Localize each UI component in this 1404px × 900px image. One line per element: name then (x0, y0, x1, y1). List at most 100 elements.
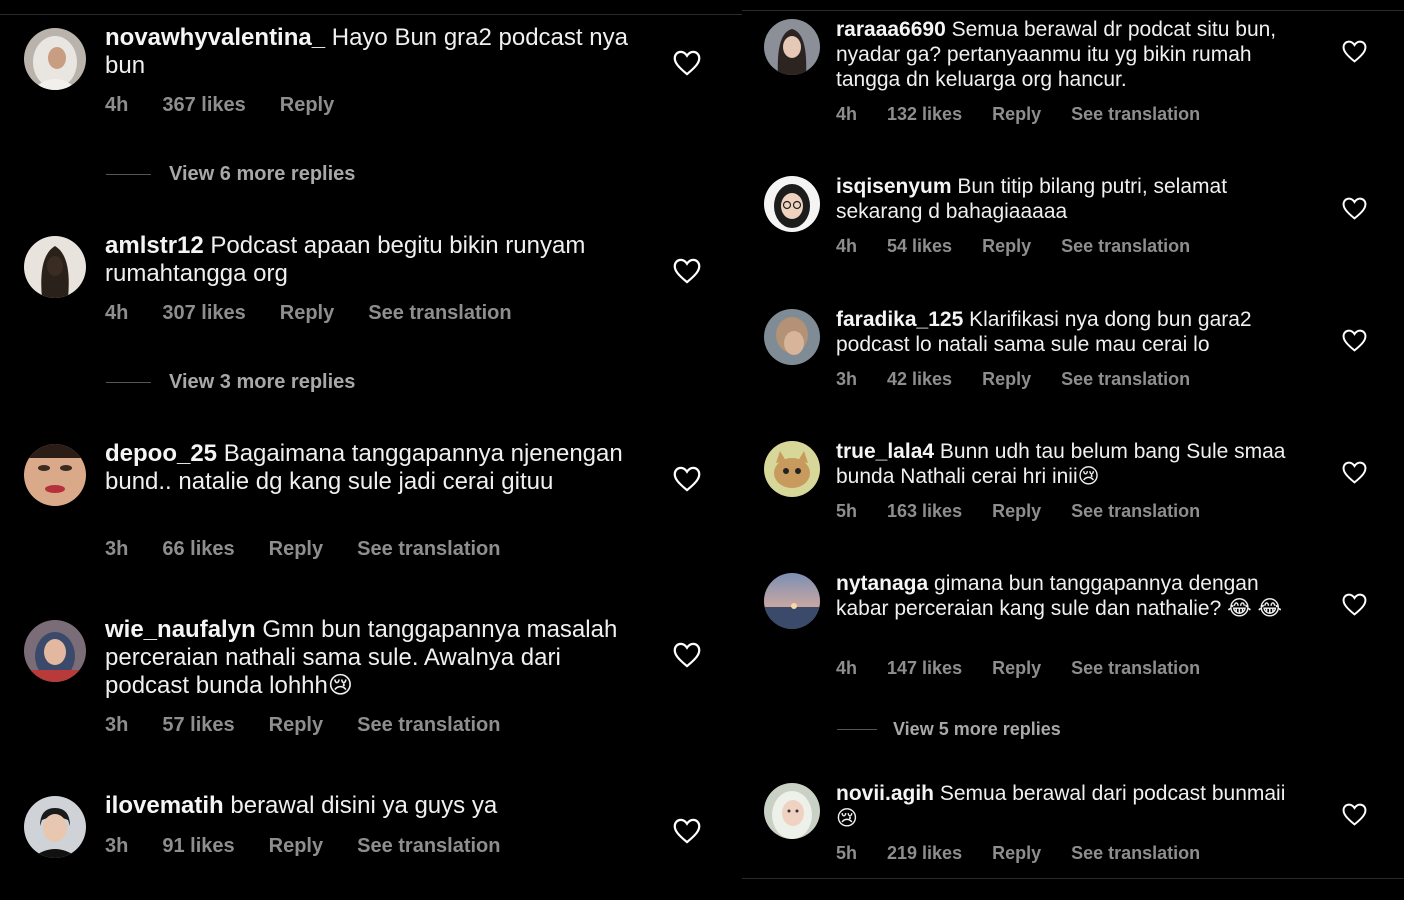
reply-button[interactable]: Reply (992, 501, 1041, 522)
view-more-replies-button[interactable]: View 3 more replies (106, 371, 355, 394)
like-heart-icon[interactable] (673, 818, 701, 844)
long-hair-avatar[interactable] (764, 19, 820, 75)
comment-time: 3h (836, 369, 858, 389)
hijab-selfie-avatar[interactable] (24, 620, 86, 682)
hijab-woman-avatar[interactable] (24, 28, 86, 90)
comment-meta: 4h 132 likes Reply See translation (836, 104, 1230, 125)
comment-time: 4h (105, 302, 129, 324)
reply-button[interactable]: Reply (269, 835, 323, 858)
comment-time: 4h (105, 94, 129, 116)
reply-button[interactable]: Reply (280, 302, 334, 325)
comment-likes[interactable]: 132 likes (887, 104, 962, 125)
comment-username[interactable]: novawhyvalentina_ (105, 24, 325, 51)
comment-likes[interactable]: 163 likes (887, 501, 962, 522)
reply-button[interactable]: Reply (269, 714, 323, 737)
comment-likes[interactable]: 307 likes (162, 302, 245, 325)
see-translation-button[interactable]: See translation (1071, 843, 1200, 864)
short-hair-avatar[interactable] (764, 309, 820, 365)
like-heart-icon[interactable] (1342, 329, 1367, 352)
comment-meta: 5h 163 likes Reply See translation (836, 501, 1230, 522)
comment-body: wie_naufalyn Gmn bun tanggapannya masala… (105, 616, 645, 700)
top-divider (742, 10, 1404, 11)
comment-username[interactable]: raraaa6690 (836, 18, 946, 41)
see-translation-button[interactable]: See translation (1061, 369, 1190, 390)
like-heart-icon[interactable] (1342, 593, 1367, 616)
thread-line (106, 174, 151, 175)
comment-username[interactable]: novii.agih (836, 782, 934, 805)
dark-hair-avatar[interactable] (24, 236, 86, 298)
comment-meta: 3h 42 likes Reply See translation (836, 369, 1220, 390)
view-more-replies-button[interactable]: View 6 more replies (106, 163, 355, 186)
reply-button[interactable]: Reply (992, 658, 1041, 679)
sunset-avatar[interactable] (764, 573, 820, 629)
comment-meta: 4h 54 likes Reply See translation (836, 236, 1220, 257)
comment-username[interactable]: depoo_25 (105, 440, 217, 467)
like-heart-icon[interactable] (673, 642, 701, 668)
thread-line (837, 729, 877, 730)
comment-body: ilovematih berawal disini ya guys ya (105, 792, 645, 820)
comment-likes[interactable]: 57 likes (162, 714, 234, 737)
see-translation-button[interactable]: See translation (368, 302, 511, 325)
cartoon-hijab-avatar[interactable] (764, 176, 820, 232)
reply-button[interactable]: Reply (982, 369, 1031, 390)
hijab-girl-avatar[interactable] (764, 783, 820, 839)
reply-button[interactable]: Reply (992, 104, 1041, 125)
view-more-replies-label[interactable]: View 5 more replies (893, 719, 1061, 740)
comment-meta: 3h 57 likes Reply See translation (105, 714, 535, 737)
see-translation-button[interactable]: See translation (357, 835, 500, 858)
bottom-divider (742, 878, 1404, 879)
see-translation-button[interactable]: See translation (1071, 104, 1200, 125)
comment-likes[interactable]: 54 likes (887, 236, 952, 257)
top-divider (0, 14, 742, 15)
comment-time: 4h (836, 658, 858, 678)
comment-meta: 4h 307 likes Reply See translation (105, 302, 546, 325)
comment-likes[interactable]: 91 likes (162, 835, 234, 858)
comment-time: 5h (836, 501, 858, 521)
view-more-replies-button[interactable]: View 5 more replies (837, 719, 1061, 740)
like-heart-icon[interactable] (1342, 461, 1367, 484)
comment-username[interactable]: wie_naufalyn (105, 616, 256, 643)
see-translation-button[interactable]: See translation (357, 714, 500, 737)
comment-likes[interactable]: 66 likes (162, 538, 234, 561)
like-heart-icon[interactable] (1342, 197, 1367, 220)
comment-username[interactable]: ilovematih (105, 792, 224, 819)
view-more-replies-label[interactable]: View 6 more replies (169, 163, 355, 186)
face-closeup-avatar[interactable] (24, 444, 86, 506)
see-translation-button[interactable]: See translation (357, 538, 500, 561)
comment-time: 3h (105, 714, 129, 736)
reply-button[interactable]: Reply (992, 843, 1041, 864)
reply-button[interactable]: Reply (982, 236, 1031, 257)
comment-meta: 3h 66 likes Reply See translation (105, 538, 535, 561)
like-heart-icon[interactable] (673, 258, 701, 284)
comment-body: faradika_125 Klarifikasi nya dong bun ga… (836, 307, 1306, 357)
comment-meta: 3h 91 likes Reply See translation (105, 835, 535, 858)
thread-line (106, 382, 151, 383)
view-more-replies-label[interactable]: View 3 more replies (169, 371, 355, 394)
see-translation-button[interactable]: See translation (1071, 658, 1200, 679)
see-translation-button[interactable]: See translation (1061, 236, 1190, 257)
comment-body: true_lala4 Bunn udh tau belum bang Sule … (836, 439, 1306, 489)
like-heart-icon[interactable] (673, 466, 701, 492)
reply-button[interactable]: Reply (269, 538, 323, 561)
man-portrait-avatar[interactable] (24, 796, 86, 858)
comment-username[interactable]: nytanaga (836, 572, 928, 595)
comment-username[interactable]: amlstr12 (105, 232, 204, 259)
comment-meta: 4h 147 likes Reply See translation (836, 658, 1230, 679)
see-translation-button[interactable]: See translation (1071, 501, 1200, 522)
like-heart-icon[interactable] (1342, 40, 1367, 63)
comment-body: nytanaga gimana bun tanggapannya dengan … (836, 571, 1306, 621)
like-heart-icon[interactable] (673, 50, 701, 76)
comment-username[interactable]: faradika_125 (836, 308, 963, 331)
comment-time: 4h (836, 104, 858, 124)
like-heart-icon[interactable] (1342, 803, 1367, 826)
comment-username[interactable]: isqisenyum (836, 175, 952, 198)
comment-likes[interactable]: 42 likes (887, 369, 952, 390)
comment-text: berawal disini ya guys ya (223, 792, 498, 819)
comment-likes[interactable]: 219 likes (887, 843, 962, 864)
comment-likes[interactable]: 367 likes (162, 94, 245, 117)
reply-button[interactable]: Reply (280, 94, 334, 117)
cat-avatar[interactable] (764, 441, 820, 497)
comment-username[interactable]: true_lala4 (836, 440, 934, 463)
comment-likes[interactable]: 147 likes (887, 658, 962, 679)
comment-body: raraaa6690 Semua berawal dr podcat situ … (836, 17, 1306, 92)
